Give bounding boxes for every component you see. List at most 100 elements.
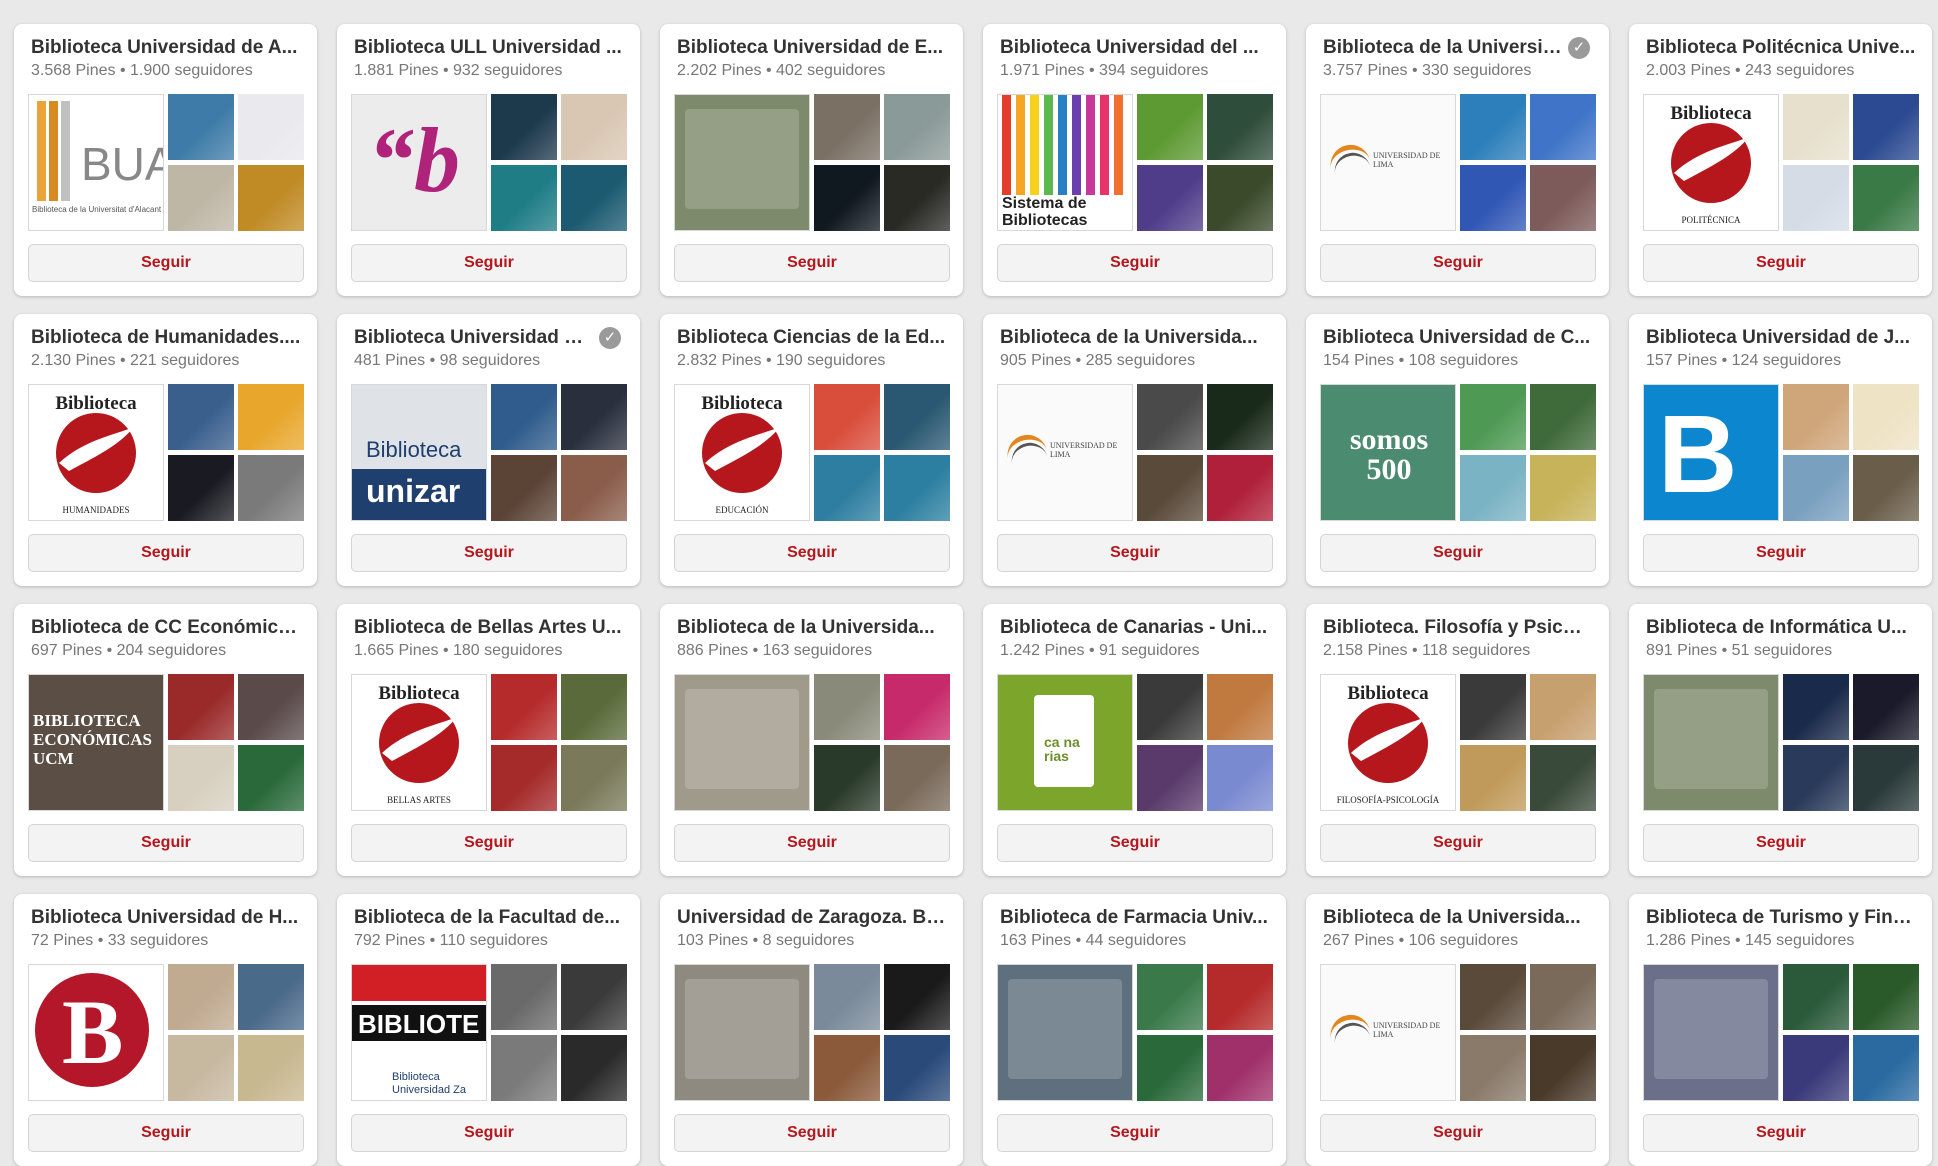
follow-button[interactable]: Seguir	[997, 244, 1273, 282]
pin-thumbnail[interactable]	[884, 165, 950, 231]
board-card[interactable]: Biblioteca de CC Económica... 697 Pines •…	[14, 604, 317, 876]
pin-thumbnail[interactable]	[1460, 674, 1526, 740]
board-cover-image[interactable]: Biblioteca unizar	[351, 384, 487, 521]
pin-thumbnail[interactable]	[1530, 745, 1596, 811]
follow-button[interactable]: Seguir	[1643, 1114, 1919, 1152]
pin-thumbnail[interactable]	[1137, 165, 1203, 231]
pin-thumbnail[interactable]	[814, 165, 880, 231]
board-card[interactable]: Biblioteca de la Facultad de... 792 Pines…	[337, 894, 640, 1166]
board-title[interactable]: Biblioteca de la Facultad de...	[354, 907, 624, 929]
board-thumbnails[interactable]: Biblioteca BELLAS ARTES	[351, 674, 627, 811]
board-title[interactable]: Biblioteca de Informática U...	[1646, 617, 1916, 639]
board-card[interactable]: Biblioteca de la Universida... 886 Pines …	[660, 604, 963, 876]
pin-thumbnail[interactable]	[238, 384, 304, 450]
board-title[interactable]: Biblioteca ULL Universidad ...	[354, 37, 624, 59]
pin-thumbnail[interactable]	[884, 384, 950, 450]
pin-thumbnail[interactable]	[1137, 1035, 1203, 1101]
pin-thumbnail[interactable]	[168, 1035, 234, 1101]
pin-thumbnail[interactable]	[1530, 1035, 1596, 1101]
pin-thumbnail[interactable]	[1137, 384, 1203, 450]
board-cover-image[interactable]	[1643, 674, 1779, 811]
board-thumbnails[interactable]: B	[28, 964, 304, 1101]
board-thumbnails[interactable]: Biblioteca unizar	[351, 384, 627, 521]
follow-button[interactable]: Seguir	[351, 1114, 627, 1152]
follow-button[interactable]: Seguir	[674, 824, 950, 862]
board-cover-image[interactable]: UNIVERSIDAD DE LIMA	[1320, 94, 1456, 231]
follow-button[interactable]: Seguir	[28, 824, 304, 862]
pin-thumbnail[interactable]	[561, 94, 627, 160]
board-cover-image[interactable]	[674, 964, 810, 1101]
board-cover-image[interactable]: B	[1643, 384, 1779, 521]
follow-button[interactable]: Seguir	[674, 244, 950, 282]
pin-thumbnail[interactable]	[1460, 745, 1526, 811]
pin-thumbnail[interactable]	[1783, 674, 1849, 740]
follow-button[interactable]: Seguir	[351, 824, 627, 862]
board-title[interactable]: Biblioteca de CC Económica...	[31, 617, 301, 639]
pin-thumbnail[interactable]	[1207, 745, 1273, 811]
pin-thumbnail[interactable]	[884, 94, 950, 160]
follow-button[interactable]: Seguir	[28, 1114, 304, 1152]
pin-thumbnail[interactable]	[884, 1035, 950, 1101]
board-title[interactable]: Biblioteca de Farmacia Univ...	[1000, 907, 1270, 929]
board-thumbnails[interactable]: UNIVERSIDAD DE LIMA	[1320, 964, 1596, 1101]
follow-button[interactable]: Seguir	[1643, 534, 1919, 572]
pin-thumbnail[interactable]	[491, 674, 557, 740]
pin-thumbnail[interactable]	[561, 1035, 627, 1101]
board-cover-image[interactable]: BIBLIOTE Biblioteca Universidad Za	[351, 964, 487, 1101]
pin-thumbnail[interactable]	[1460, 384, 1526, 450]
board-cover-image[interactable]: Biblioteca HUMANIDADES	[28, 384, 164, 521]
board-card[interactable]: Biblioteca ULL Universidad ... 1.881 Pine…	[337, 24, 640, 296]
board-thumbnails[interactable]: BUA Biblioteca de la Universitat d'Alacan…	[28, 94, 304, 231]
board-card[interactable]: Biblioteca Universidad de J... 157 Pines …	[1629, 314, 1932, 586]
follow-button[interactable]: Seguir	[674, 1114, 950, 1152]
pin-thumbnail[interactable]	[491, 745, 557, 811]
board-card[interactable]: Biblioteca de Bellas Artes U... 1.665 Pin…	[337, 604, 640, 876]
board-card[interactable]: Biblioteca Universidad de C... 154 Pines …	[1306, 314, 1609, 586]
pin-thumbnail[interactable]	[1137, 455, 1203, 521]
board-cover-image[interactable]	[674, 94, 810, 231]
pin-thumbnail[interactable]	[1460, 1035, 1526, 1101]
pin-thumbnail[interactable]	[168, 165, 234, 231]
board-title[interactable]: Biblioteca Universidad de E...	[677, 37, 947, 59]
board-card[interactable]: Biblioteca Ciencias de la Ed... 2.832 Pin…	[660, 314, 963, 586]
pin-thumbnail[interactable]	[1207, 165, 1273, 231]
follow-button[interactable]: Seguir	[997, 1114, 1273, 1152]
follow-button[interactable]: Seguir	[1320, 534, 1596, 572]
pin-thumbnail[interactable]	[1207, 94, 1273, 160]
pin-thumbnail[interactable]	[491, 455, 557, 521]
board-cover-image[interactable]: somos 500	[1320, 384, 1456, 521]
pin-thumbnail[interactable]	[1207, 674, 1273, 740]
board-card[interactable]: Biblioteca Politécnica Unive... 2.003 Pin…	[1629, 24, 1932, 296]
pin-thumbnail[interactable]	[238, 455, 304, 521]
board-title[interactable]: Universidad de Zaragoza. Bi...	[677, 907, 947, 929]
pin-thumbnail[interactable]	[884, 964, 950, 1030]
pin-thumbnail[interactable]	[561, 165, 627, 231]
pin-thumbnail[interactable]	[1207, 1035, 1273, 1101]
board-cover-image[interactable]	[1643, 964, 1779, 1101]
pin-thumbnail[interactable]	[884, 745, 950, 811]
pin-thumbnail[interactable]	[168, 745, 234, 811]
board-title[interactable]: Biblioteca Politécnica Unive...	[1646, 37, 1916, 59]
board-thumbnails[interactable]	[674, 964, 950, 1101]
board-cover-image[interactable]: BUA Biblioteca de la Universitat d'Alacan…	[28, 94, 164, 231]
pin-thumbnail[interactable]	[814, 745, 880, 811]
board-cover-image[interactable]: ca na rias	[997, 674, 1133, 811]
board-cover-image[interactable]	[997, 964, 1133, 1101]
pin-thumbnail[interactable]	[168, 674, 234, 740]
pin-thumbnail[interactable]	[814, 1035, 880, 1101]
pin-thumbnail[interactable]	[1783, 964, 1849, 1030]
follow-button[interactable]: Seguir	[351, 534, 627, 572]
board-thumbnails[interactable]: ca na rias	[997, 674, 1273, 811]
follow-button[interactable]: Seguir	[997, 824, 1273, 862]
board-thumbnails[interactable]	[674, 94, 950, 231]
pin-thumbnail[interactable]	[814, 674, 880, 740]
board-thumbnails[interactable]: Biblioteca FILOSOFÍA-PSICOLOGÍA	[1320, 674, 1596, 811]
pin-thumbnail[interactable]	[1853, 964, 1919, 1030]
board-title[interactable]: Biblioteca de la Universida...	[1000, 327, 1270, 349]
pin-thumbnail[interactable]	[1853, 455, 1919, 521]
board-cover-image[interactable]: Sistema de Bibliotecas	[997, 94, 1133, 231]
pin-thumbnail[interactable]	[168, 384, 234, 450]
board-cover-image[interactable]: B	[28, 964, 164, 1101]
board-title[interactable]: Biblioteca Universidad de C...	[1323, 327, 1593, 349]
board-card[interactable]: Biblioteca Universidad de Z... ✓ 481 Pines…	[337, 314, 640, 586]
